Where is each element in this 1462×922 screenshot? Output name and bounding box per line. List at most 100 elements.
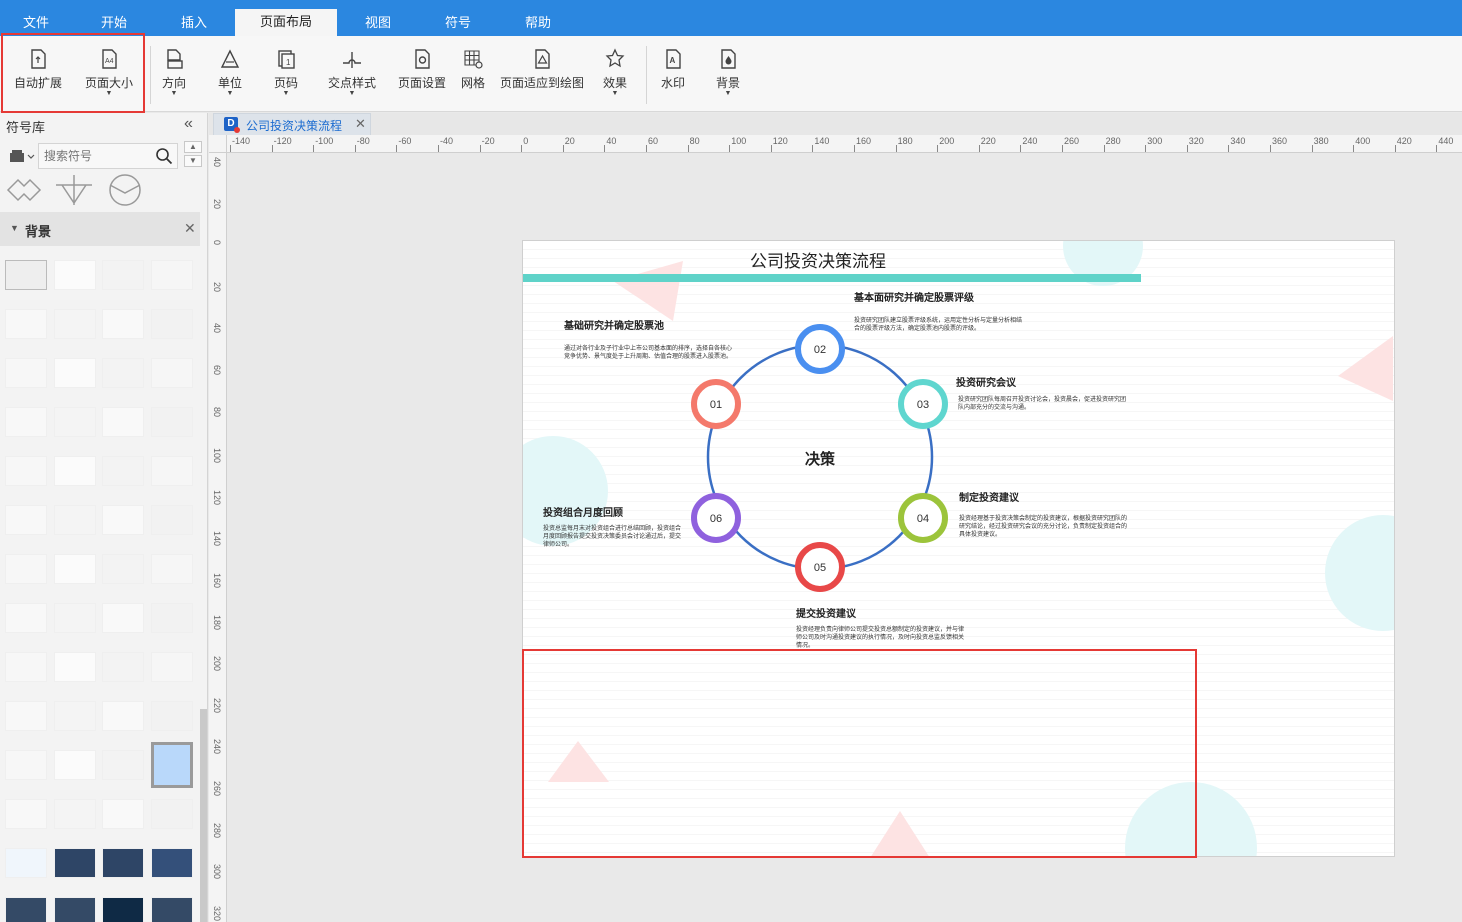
background-section-header[interactable]: ▼ 背景 ✕ xyxy=(0,212,200,246)
background-thumbnail[interactable] xyxy=(151,554,193,584)
chevron-down-icon: ▼ xyxy=(226,90,234,97)
page-setup-button[interactable]: 页面设置 xyxy=(394,48,450,104)
crossover-style-button[interactable]: 交点样式 ▼ xyxy=(324,48,380,104)
document-tab[interactable]: D 公司投资决策流程 ✕ xyxy=(213,113,371,135)
close-tab-icon[interactable]: ✕ xyxy=(355,116,366,132)
background-thumbnail[interactable] xyxy=(54,554,96,584)
fit-page-button[interactable]: 页面适应到绘图 xyxy=(498,48,586,104)
process-node-02[interactable]: 02 xyxy=(795,324,845,374)
ruler-label: 200 xyxy=(212,656,222,672)
background-thumbnail[interactable] xyxy=(54,456,96,486)
orientation-button[interactable]: 方向 ▼ xyxy=(154,48,194,104)
ruler-tick xyxy=(1020,145,1022,152)
tab-symbol[interactable]: 符号 xyxy=(436,10,480,36)
process-node-04[interactable]: 04 xyxy=(898,493,948,543)
background-thumbnail[interactable] xyxy=(102,358,144,388)
unit-button[interactable]: 单位 ▼ xyxy=(210,48,250,104)
background-thumbnail[interactable] xyxy=(102,456,144,486)
process-node-05[interactable]: 05 xyxy=(795,542,845,592)
crossover-style-icon xyxy=(343,52,361,68)
background-thumbnail[interactable] xyxy=(151,309,193,339)
background-thumbnail[interactable] xyxy=(102,652,144,682)
background-thumbnail[interactable] xyxy=(54,407,96,437)
ruler-label: 360 xyxy=(1272,136,1288,146)
background-thumbnail[interactable] xyxy=(5,554,47,584)
ruler-tick xyxy=(978,145,980,152)
background-thumbnail[interactable] xyxy=(5,603,47,633)
background-thumbnail[interactable] xyxy=(5,652,47,682)
background-thumbnail[interactable] xyxy=(151,652,193,682)
effects-button[interactable]: 效果 ▼ xyxy=(596,48,634,104)
background-thumbnail[interactable] xyxy=(5,897,47,922)
tab-page-layout[interactable]: 页面布局 xyxy=(235,9,337,36)
ruler-label: -40 xyxy=(440,136,454,146)
background-thumbnail[interactable] xyxy=(151,701,193,731)
collapse-panel-icon[interactable]: « xyxy=(184,115,193,133)
library-menu-icon[interactable] xyxy=(10,149,36,163)
scroll-down-icon[interactable]: ▼ xyxy=(184,155,202,167)
background-thumbnail[interactable] xyxy=(151,260,193,290)
background-thumbnail[interactable] xyxy=(151,407,193,437)
symbol-shape[interactable] xyxy=(54,173,94,207)
process-node-01[interactable]: 01 xyxy=(691,379,741,429)
background-thumbnail[interactable] xyxy=(102,505,144,535)
symbol-shape[interactable] xyxy=(4,173,44,207)
background-thumbnail[interactable] xyxy=(5,701,47,731)
process-node-03[interactable]: 03 xyxy=(898,379,948,429)
background-thumbnail[interactable] xyxy=(102,260,144,290)
background-thumbnail[interactable] xyxy=(54,799,96,829)
background-thumbnail[interactable] xyxy=(151,799,193,829)
scroll-up-icon[interactable]: ▲ xyxy=(184,141,202,153)
page-number-button[interactable]: 1 页码 ▼ xyxy=(266,48,306,104)
background-thumbnail[interactable] xyxy=(5,799,47,829)
tab-help[interactable]: 帮助 xyxy=(516,10,560,36)
background-thumbnail[interactable] xyxy=(151,742,193,788)
background-thumbnail[interactable] xyxy=(102,897,144,922)
background-thumbnail[interactable] xyxy=(54,603,96,633)
search-icon[interactable] xyxy=(155,147,173,165)
tab-insert[interactable]: 插入 xyxy=(172,10,216,36)
background-thumbnail[interactable] xyxy=(5,456,47,486)
background-thumbnail[interactable] xyxy=(102,701,144,731)
symbol-library-panel: 符号库 « ▲ ▼ ▼ 背景 ✕ xyxy=(0,113,208,922)
library-scrollbar[interactable] xyxy=(200,709,207,922)
background-thumbnail[interactable] xyxy=(151,603,193,633)
background-thumbnail[interactable] xyxy=(54,652,96,682)
background-thumbnail[interactable] xyxy=(5,260,47,290)
background-thumbnail[interactable] xyxy=(54,505,96,535)
background-thumbnail[interactable] xyxy=(54,701,96,731)
background-thumbnail[interactable] xyxy=(5,309,47,339)
step-06-heading: 投资组合月度回顾 xyxy=(543,508,623,519)
background-thumbnail[interactable] xyxy=(5,407,47,437)
background-thumbnail[interactable] xyxy=(151,505,193,535)
tab-view[interactable]: 视图 xyxy=(356,10,400,36)
background-thumbnail[interactable] xyxy=(151,456,193,486)
background-thumbnail[interactable] xyxy=(102,407,144,437)
watermark-button[interactable]: A 水印 xyxy=(654,48,692,104)
background-thumbnail[interactable] xyxy=(151,358,193,388)
background-thumbnail[interactable] xyxy=(151,848,193,878)
background-thumbnail[interactable] xyxy=(102,309,144,339)
background-thumbnail[interactable] xyxy=(5,750,47,780)
background-thumbnail[interactable] xyxy=(54,848,96,878)
grid-button[interactable]: 网格 xyxy=(456,48,490,104)
background-thumbnail[interactable] xyxy=(54,260,96,290)
background-thumbnail[interactable] xyxy=(102,554,144,584)
background-thumbnail[interactable] xyxy=(54,897,96,922)
background-thumbnail[interactable] xyxy=(151,897,193,922)
background-thumbnail[interactable] xyxy=(54,750,96,780)
background-button[interactable]: 背景 ▼ xyxy=(708,48,748,104)
background-thumbnail[interactable] xyxy=(5,358,47,388)
background-thumbnail[interactable] xyxy=(102,848,144,878)
background-thumbnail[interactable] xyxy=(5,848,47,878)
close-icon[interactable]: ✕ xyxy=(184,220,196,237)
background-thumbnail[interactable] xyxy=(102,799,144,829)
background-thumbnail[interactable] xyxy=(102,750,144,780)
symbol-search-input[interactable] xyxy=(39,144,149,168)
background-thumbnail[interactable] xyxy=(102,603,144,633)
background-thumbnail[interactable] xyxy=(54,358,96,388)
background-thumbnail[interactable] xyxy=(54,309,96,339)
svg-text:A: A xyxy=(670,56,676,65)
symbol-shape[interactable] xyxy=(105,173,145,207)
background-thumbnail[interactable] xyxy=(5,505,47,535)
